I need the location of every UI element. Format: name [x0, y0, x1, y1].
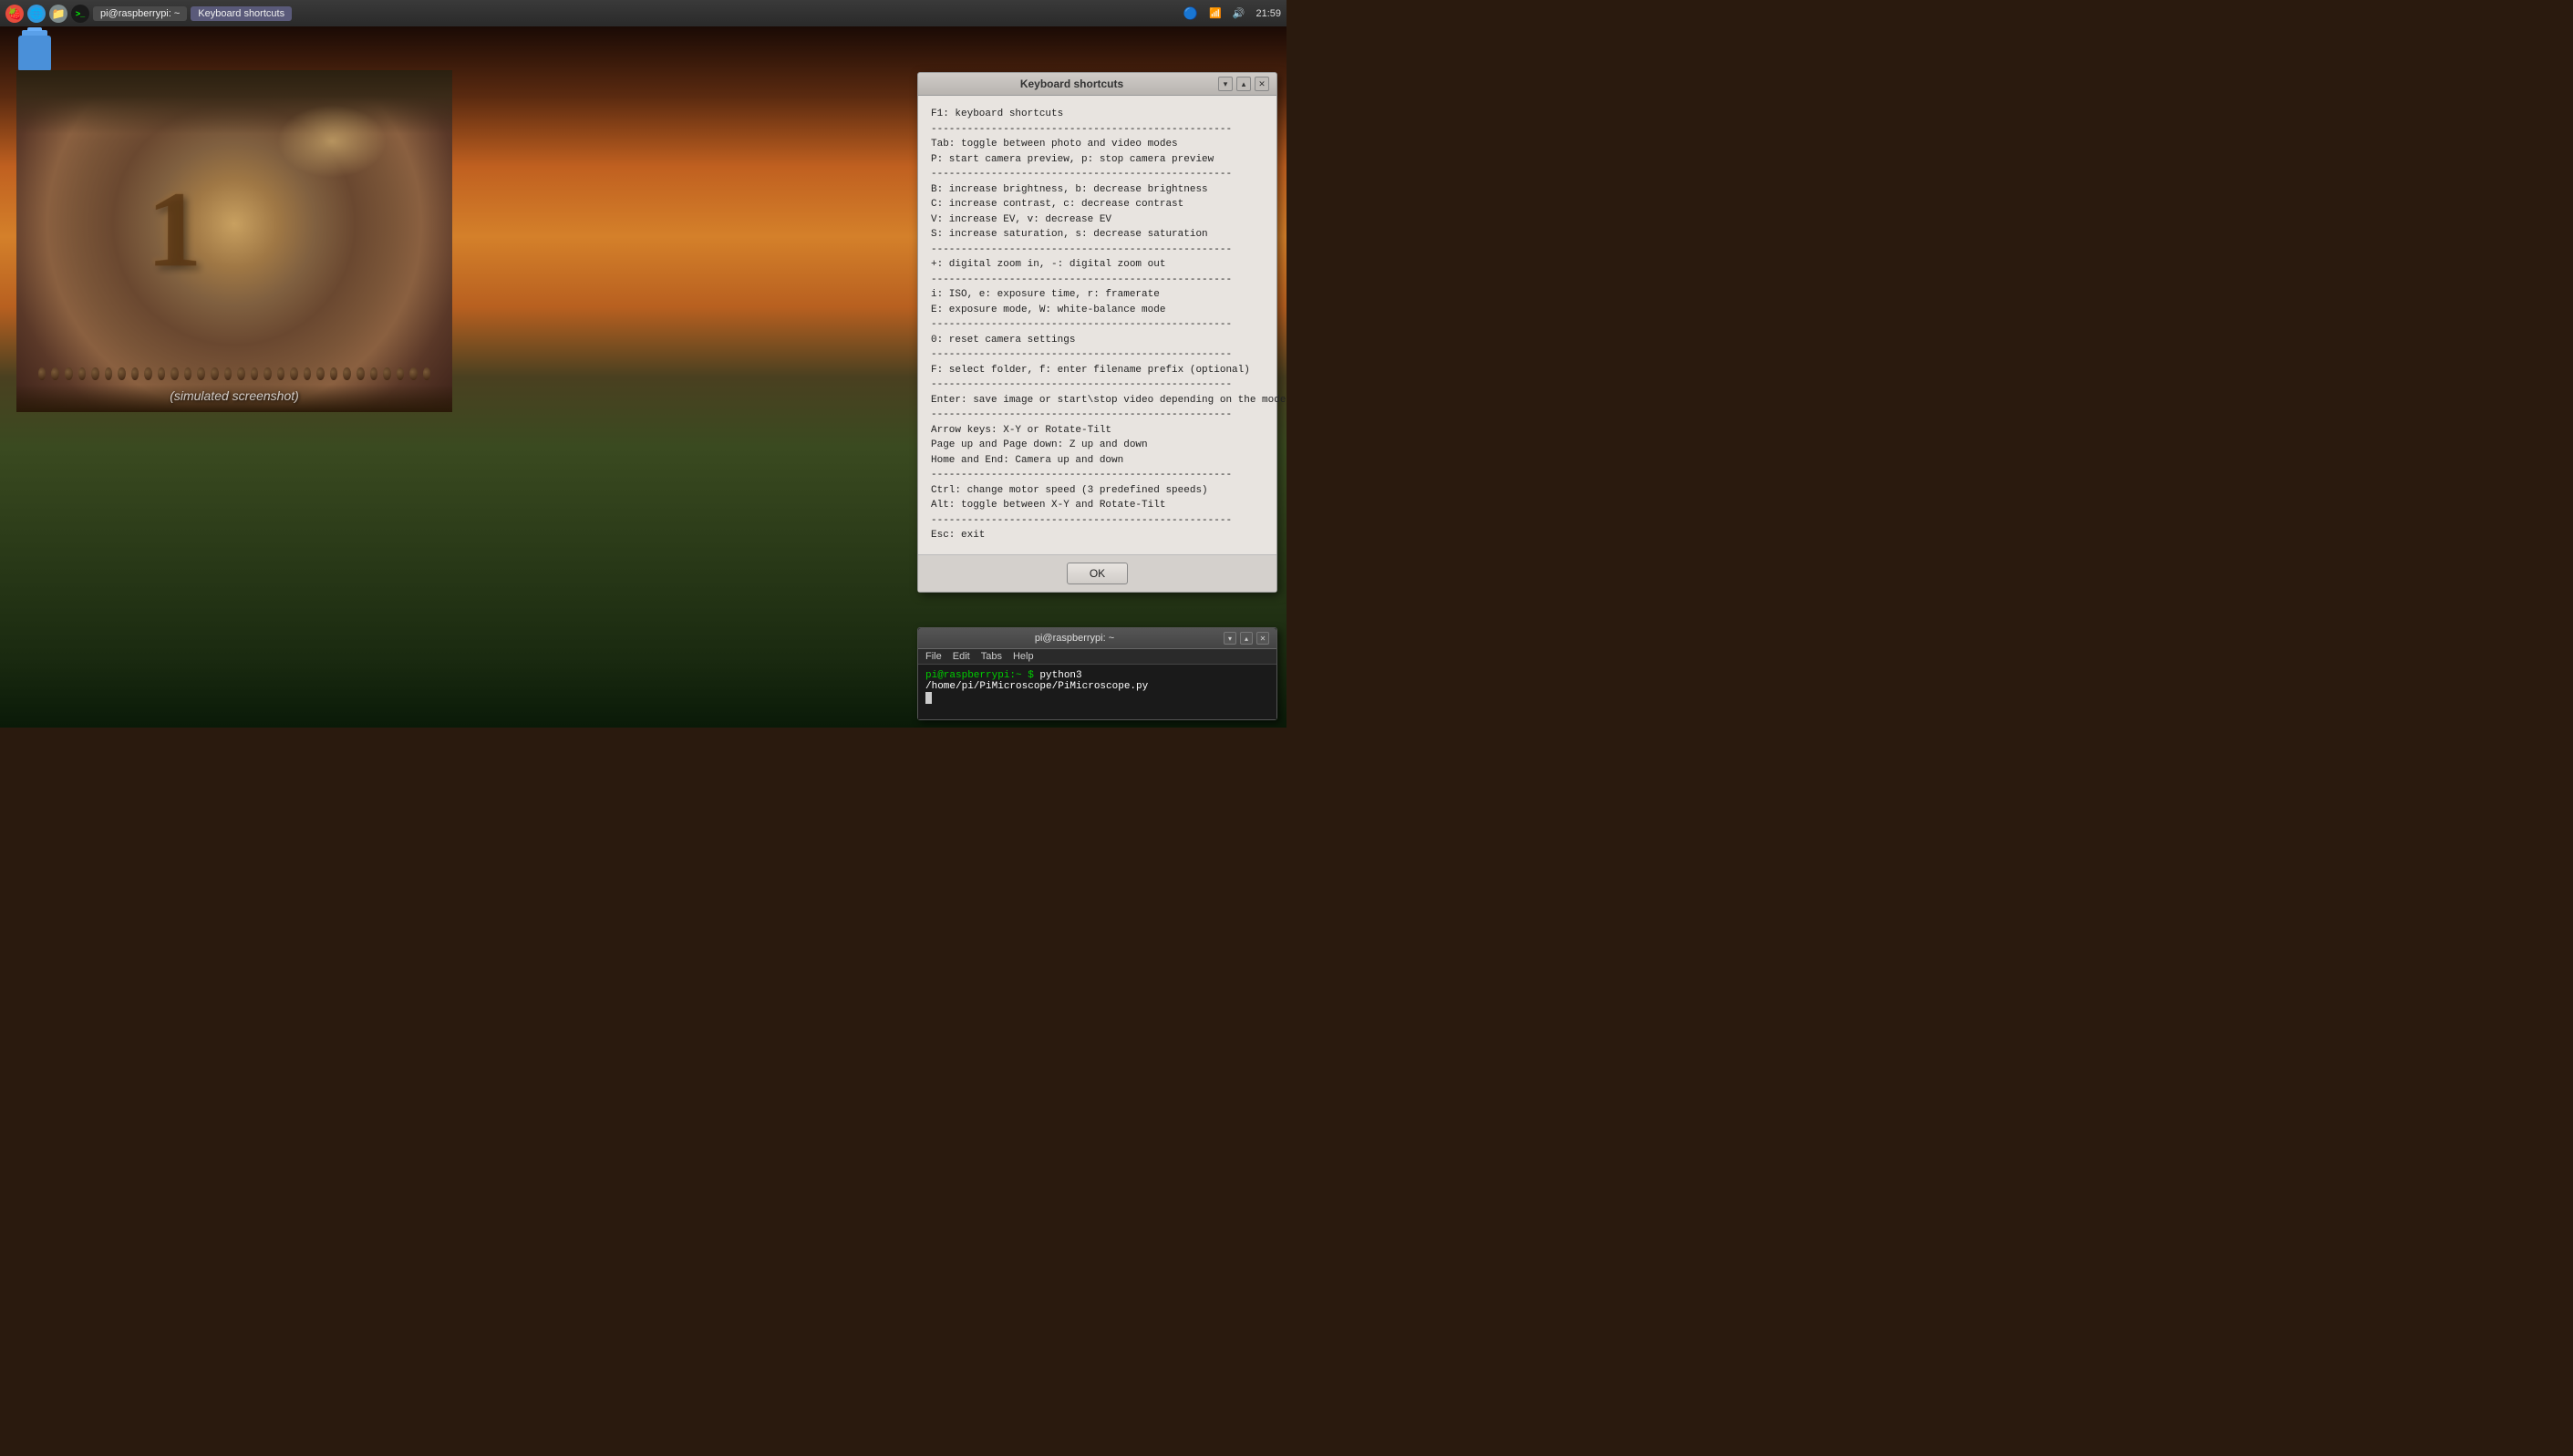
coin-photo: 1 — [16, 70, 452, 412]
taskbar-kbd-label: Keyboard shortcuts — [198, 8, 284, 19]
kbd-dialog-footer: OK — [918, 554, 1276, 592]
desktop: Trash 1 — [0, 26, 1286, 728]
terminal-title: pi@raspberrypi: ~ — [925, 633, 1224, 644]
kbd-close-button[interactable]: ✕ — [1255, 77, 1269, 91]
kbd-dialog-content: F1: keyboard shortcuts -----------------… — [918, 96, 1276, 554]
terminal-window: pi@raspberrypi: ~ ▾ ▴ ✕ File Edit Tabs H… — [917, 627, 1277, 720]
terminal-prompt: pi@raspberrypi:~ $ — [925, 670, 1034, 681]
time-display: 21:59 — [1256, 8, 1281, 19]
volume-icon: 🔊 — [1233, 7, 1245, 19]
terminal-close-button[interactable]: ✕ — [1256, 632, 1269, 645]
taskbar: 🍓 🌐 📁 >_ pi@raspberrypi: ~ Keyboard shor… — [0, 0, 1286, 26]
taskbar-terminal-label: pi@raspberrypi: ~ — [100, 8, 180, 19]
terminal-body[interactable]: pi@raspberrypi:~ $ python3 /home/pi/PiMi… — [918, 665, 1276, 719]
terminal-menu-edit[interactable]: Edit — [953, 651, 970, 662]
kbd-maximize-button[interactable]: ▴ — [1236, 77, 1251, 91]
coin-reflection — [277, 105, 387, 178]
terminal-controls: ▾ ▴ ✕ — [1224, 632, 1269, 645]
kbd-dialog-title: Keyboard shortcuts — [925, 77, 1218, 90]
shortcuts-text: F1: keyboard shortcuts -----------------… — [931, 107, 1264, 543]
browser-icon[interactable]: 🌐 — [27, 5, 46, 23]
kbd-dialog-controls: ▾ ▴ ✕ — [1218, 77, 1269, 91]
kbd-dialog-titlebar: Keyboard shortcuts ▾ ▴ ✕ — [918, 73, 1276, 96]
terminal-icon[interactable]: >_ — [71, 5, 89, 23]
terminal-menu-tabs[interactable]: Tabs — [981, 651, 1002, 662]
network-icon: 📶 — [1209, 7, 1222, 19]
taskbar-terminal-window[interactable]: pi@raspberrypi: ~ — [93, 6, 187, 21]
kbd-ok-button[interactable]: OK — [1067, 563, 1128, 584]
taskbar-right: 🔵 📶 🔊 21:59 — [1183, 6, 1281, 21]
coin-bumps — [38, 362, 430, 385]
camera-preview-window: 1 — [16, 70, 452, 412]
terminal-minimize-button[interactable]: ▾ — [1224, 632, 1236, 645]
coin-number: 1 — [146, 169, 202, 294]
taskbar-kbd-window[interactable]: Keyboard shortcuts — [191, 6, 292, 21]
trash-visual — [18, 36, 51, 72]
terminal-titlebar: pi@raspberrypi: ~ ▾ ▴ ✕ — [918, 628, 1276, 649]
kbd-minimize-button[interactable]: ▾ — [1218, 77, 1233, 91]
bluetooth-icon: 🔵 — [1183, 6, 1198, 21]
terminal-maximize-button[interactable]: ▴ — [1240, 632, 1253, 645]
terminal-menu-help[interactable]: Help — [1013, 651, 1034, 662]
files-icon[interactable]: 📁 — [49, 5, 67, 23]
kbd-shortcuts-dialog: Keyboard shortcuts ▾ ▴ ✕ F1: keyboard sh… — [917, 72, 1277, 593]
terminal-line: pi@raspberrypi:~ $ python3 /home/pi/PiMi… — [925, 670, 1269, 692]
terminal-menu-file[interactable]: File — [925, 651, 942, 662]
simulated-text: (simulated screenshot) — [16, 388, 452, 403]
terminal-cursor — [925, 692, 932, 704]
terminal-cursor-line — [925, 692, 1269, 704]
terminal-menubar: File Edit Tabs Help — [918, 649, 1276, 665]
raspberry-pi-icon[interactable]: 🍓 — [5, 5, 24, 23]
